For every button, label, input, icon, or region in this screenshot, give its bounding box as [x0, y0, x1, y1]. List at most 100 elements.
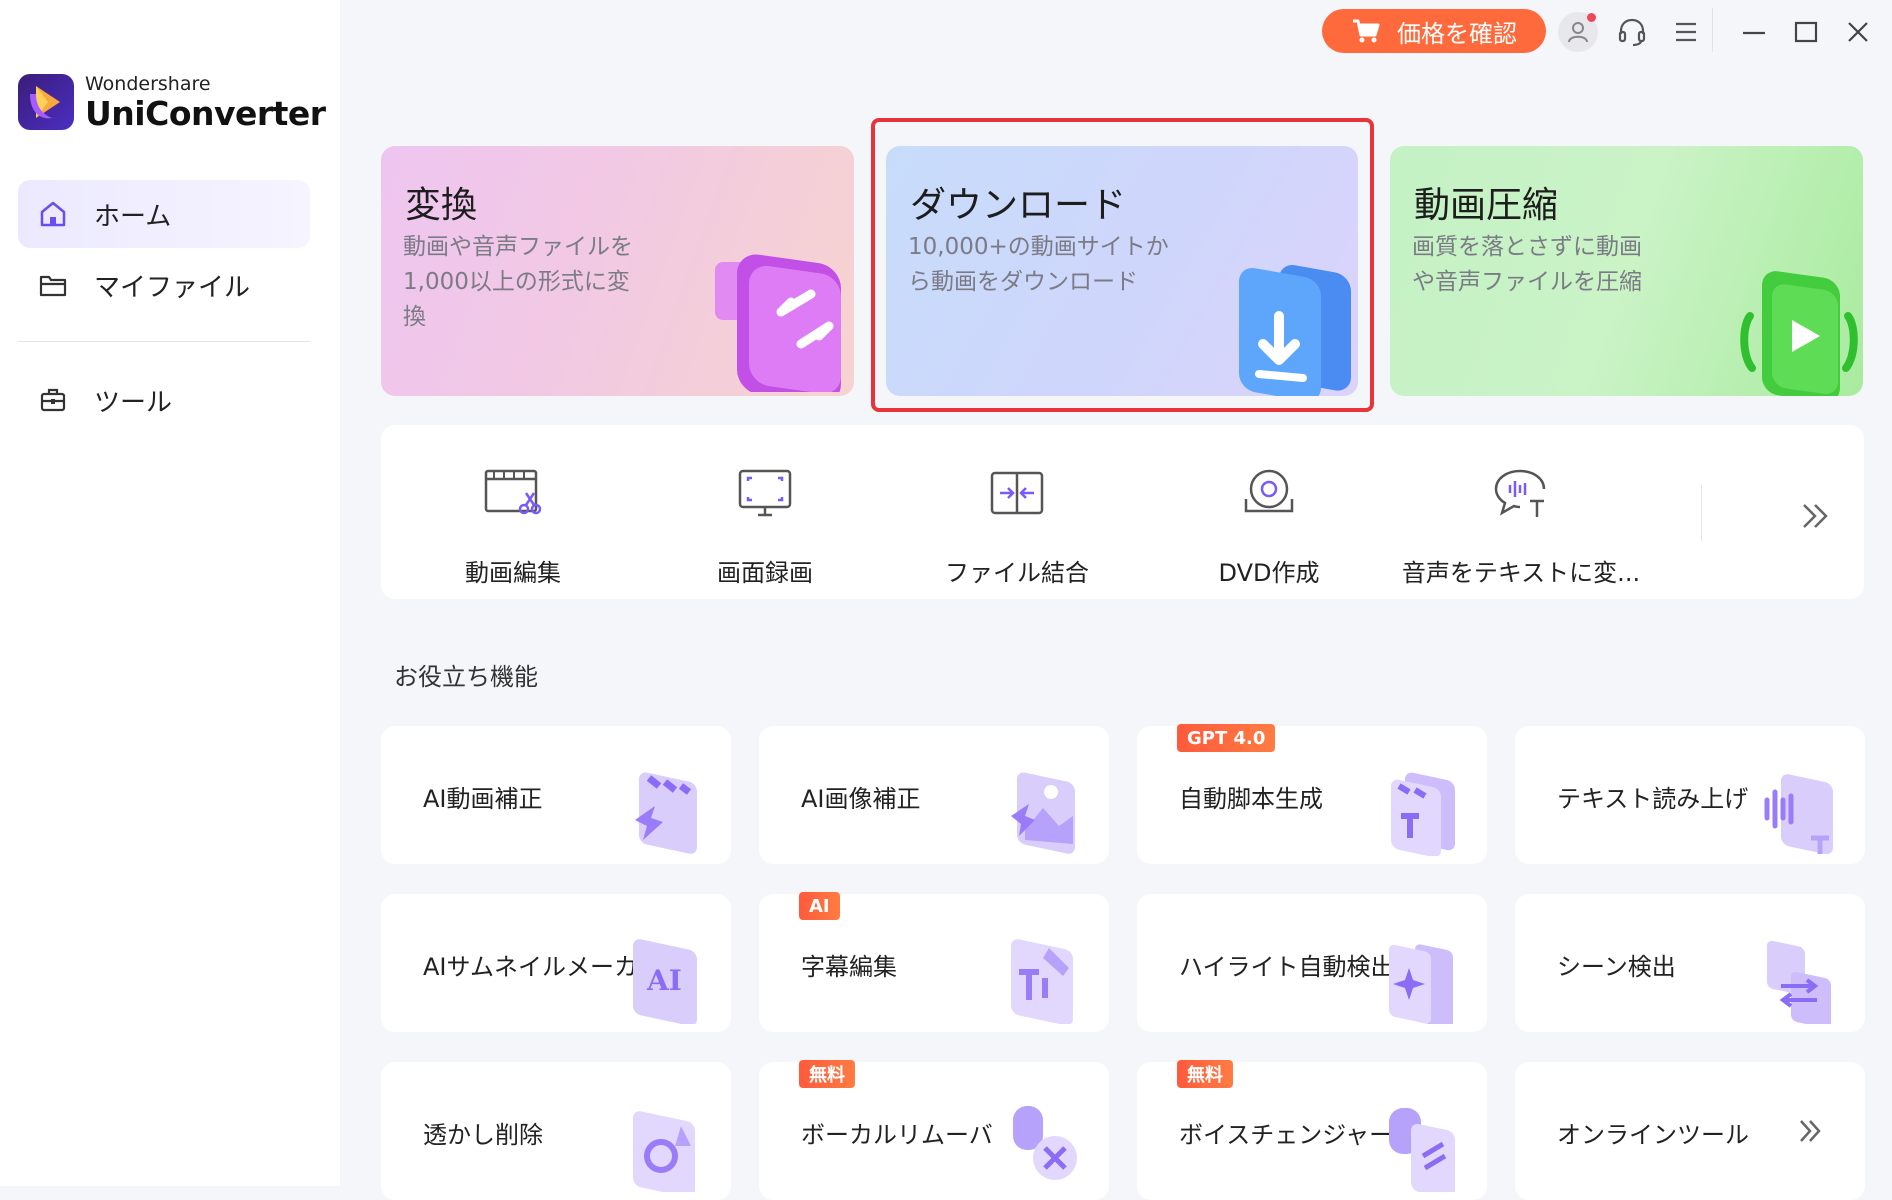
- ai-badge: AI: [799, 892, 840, 920]
- hero-description: 画質を落とさずに動画 や音声ファイルを圧縮: [1412, 234, 1642, 295]
- feature-label: ボイスチェンジャー: [1179, 1121, 1394, 1149]
- scene-detect-icon: [1767, 940, 1831, 1024]
- folder-icon: [36, 268, 70, 302]
- feature-vocal-remover[interactable]: 無料 ボーカルリムーバ: [759, 1060, 1109, 1200]
- hero-title: 変換: [405, 185, 478, 226]
- hero-compress-card[interactable]: 動画圧縮 画質を落とさずに動画 や音声ファイルを圧縮: [1390, 146, 1863, 396]
- free-badge: 無料: [799, 1060, 855, 1088]
- dvd-icon: [1244, 469, 1294, 513]
- tool-dvd[interactable]: DVD作成: [1149, 461, 1389, 588]
- tool-video-edit[interactable]: 動画編集: [393, 461, 633, 588]
- minimize-icon: [1743, 31, 1765, 35]
- feature-label: ハイライト自動検出: [1179, 953, 1395, 981]
- maximize-button[interactable]: [1786, 12, 1826, 52]
- headset-icon: [1618, 18, 1646, 47]
- app-logo: Wondershare UniConverter: [18, 74, 326, 130]
- speech-to-text-icon: [1494, 469, 1546, 517]
- screen-record-icon: [738, 469, 792, 517]
- user-icon: [1568, 22, 1588, 43]
- feature-ai-video-enhance[interactable]: AI動画補正: [381, 726, 731, 864]
- toolbar-divider: [1712, 8, 1713, 52]
- free-badge: 無料: [1177, 1060, 1233, 1088]
- user-account-button[interactable]: [1558, 12, 1598, 52]
- feature-highlight-detect[interactable]: ハイライト自動検出: [1137, 894, 1487, 1032]
- vocal-remover-icon: [1013, 1106, 1077, 1180]
- quick-tools-bar: 動画編集 画面録画 ファイル結合 DVD作成 音声をテキストに変...: [381, 425, 1864, 599]
- online-tools-chevron-icon: [1800, 1120, 1821, 1142]
- sidebar: Wondershare UniConverter ホーム マイファイル ツール: [0, 0, 340, 1186]
- close-icon: [1848, 22, 1868, 42]
- voice-changer-icon: [1389, 1108, 1455, 1192]
- feature-online-tools[interactable]: オンラインツール: [1515, 1062, 1865, 1200]
- auto-script-icon: [1391, 772, 1455, 856]
- feature-voice-changer[interactable]: 無料 ボイスチェンジャー: [1137, 1060, 1487, 1200]
- home-icon: [36, 197, 70, 231]
- hero-title: 動画圧縮: [1414, 185, 1559, 226]
- cart-icon: [1353, 19, 1380, 43]
- brand-sub: Wondershare: [85, 72, 211, 95]
- feature-label: ボーカルリムーバ: [801, 1121, 993, 1149]
- highlight-detect-icon: [1389, 944, 1453, 1024]
- feature-label: 字幕編集: [801, 953, 897, 981]
- brand-name: UniConverter: [85, 93, 326, 133]
- toolbox-icon: [36, 383, 70, 417]
- sidebar-item-label: マイファイル: [94, 272, 251, 303]
- menu-icon: [1676, 22, 1696, 42]
- tool-label: 音声をテキストに変...: [1401, 559, 1641, 587]
- sidebar-divider: [18, 341, 310, 342]
- tool-merge[interactable]: ファイル結合: [897, 461, 1137, 588]
- check-price-button[interactable]: 価格を確認: [1322, 9, 1546, 53]
- subtitle-edit-icon: [1011, 939, 1073, 1024]
- hero-description: 動画や音声ファイルを 1,000以上の形式に変換: [403, 234, 633, 330]
- text-to-speech-icon: [1764, 774, 1833, 855]
- video-edit-icon: [484, 469, 542, 515]
- feature-text-to-speech[interactable]: テキスト読み上げ: [1515, 726, 1865, 864]
- convert-icon: [715, 254, 841, 392]
- toolbar-divider: [1701, 485, 1702, 541]
- tool-label: 画面録画: [717, 559, 813, 587]
- tool-speech-to-text[interactable]: 音声をテキストに変...: [1401, 461, 1641, 588]
- minimize-button[interactable]: [1734, 12, 1774, 52]
- uniconverter-logo-icon: [18, 74, 74, 130]
- feature-subtitle-edit[interactable]: AI 字幕編集: [759, 892, 1109, 1032]
- tool-label: ファイル結合: [945, 559, 1089, 587]
- support-button[interactable]: [1612, 12, 1652, 52]
- feature-label: AI動画補正: [423, 785, 543, 813]
- more-tools-chevron-icon[interactable]: [1794, 495, 1836, 537]
- tool-label: 動画編集: [465, 559, 561, 587]
- ai-thumbnail-icon: AI: [633, 939, 697, 1024]
- tool-label: DVD作成: [1218, 559, 1320, 587]
- close-button[interactable]: [1838, 12, 1878, 52]
- ai-video-enhance-icon: [635, 772, 697, 854]
- hero-convert-card[interactable]: 変換 動画や音声ファイルを 1,000以上の形式に変換: [381, 146, 854, 396]
- sidebar-item-tools[interactable]: ツール: [18, 366, 310, 434]
- svg-text:AI: AI: [646, 964, 682, 997]
- ai-image-enhance-icon: [1011, 772, 1075, 854]
- sidebar-item-myfiles[interactable]: マイファイル: [18, 251, 310, 319]
- feature-scene-detect[interactable]: シーン検出: [1515, 894, 1865, 1032]
- feature-label: シーン検出: [1557, 953, 1676, 981]
- sidebar-item-label: ホーム: [94, 201, 172, 232]
- sidebar-item-home[interactable]: ホーム: [18, 180, 310, 248]
- tool-screen-record[interactable]: 画面録画: [645, 461, 885, 588]
- gpt-badge: GPT 4.0: [1177, 724, 1276, 752]
- feature-label: オンラインツール: [1557, 1121, 1749, 1149]
- sidebar-item-label: ツール: [94, 387, 173, 418]
- feature-label: AI画像補正: [801, 785, 921, 813]
- feature-label: テキスト読み上げ: [1557, 785, 1749, 813]
- notification-dot: [1587, 13, 1596, 22]
- check-price-label: 価格を確認: [1397, 19, 1517, 48]
- feature-auto-script[interactable]: GPT 4.0 自動脚本生成: [1137, 724, 1487, 864]
- feature-watermark-remove[interactable]: 透かし削除: [381, 1062, 731, 1200]
- merge-icon: [990, 471, 1044, 515]
- watermark-remove-icon: [633, 1111, 695, 1192]
- menu-button[interactable]: [1666, 12, 1706, 52]
- section-title: お役立ち機能: [394, 663, 538, 691]
- feature-label: 自動脚本生成: [1179, 785, 1323, 813]
- feature-ai-thumbnail[interactable]: AIサムネイルメーカー AI: [381, 894, 731, 1032]
- compress-icon: [1740, 271, 1858, 396]
- feature-label: 透かし削除: [423, 1121, 543, 1149]
- download-highlight-frame: [871, 118, 1374, 412]
- feature-ai-image-enhance[interactable]: AI画像補正: [759, 726, 1109, 864]
- maximize-icon: [1794, 21, 1818, 43]
